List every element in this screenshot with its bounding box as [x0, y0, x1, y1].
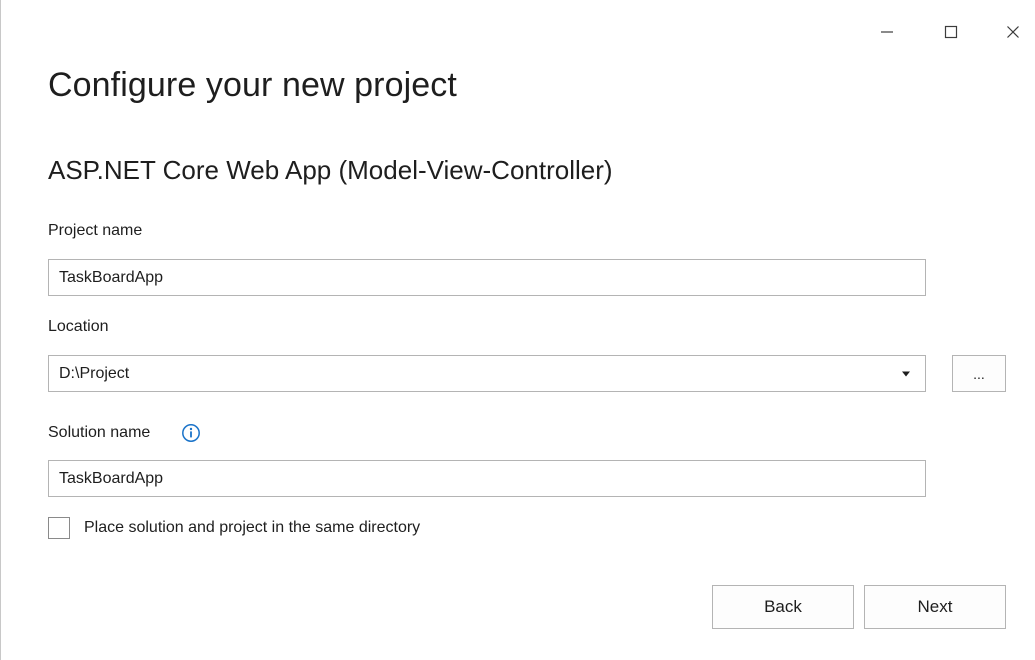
- project-name-input[interactable]: [48, 259, 926, 296]
- page-title: Configure your new project: [48, 66, 457, 104]
- same-directory-label: Place solution and project in the same d…: [84, 519, 421, 536]
- solution-name-input[interactable]: [48, 460, 926, 497]
- location-label: Location: [48, 318, 109, 335]
- location-dropdown[interactable]: D:\Project: [48, 355, 926, 392]
- project-name-label: Project name: [48, 222, 143, 239]
- same-directory-option[interactable]: Place solution and project in the same d…: [48, 517, 420, 539]
- solution-name-label: Solution name: [48, 424, 151, 441]
- location-value: D:\Project: [59, 364, 130, 382]
- back-button[interactable]: Back: [712, 585, 854, 629]
- maximize-icon: [944, 25, 958, 39]
- same-directory-checkbox[interactable]: [48, 517, 70, 539]
- close-button[interactable]: [993, 12, 1033, 52]
- dropdown-arrow-icon[interactable]: [897, 365, 915, 383]
- project-template-name: ASP.NET Core Web App (Model-View-Control…: [48, 155, 613, 185]
- close-icon: [1007, 26, 1019, 38]
- info-icon[interactable]: [181, 423, 201, 443]
- next-button[interactable]: Next: [864, 585, 1006, 629]
- minimize-button[interactable]: [867, 12, 907, 52]
- maximize-button[interactable]: [931, 12, 971, 52]
- configure-project-dialog: Configure your new project ASP.NET Core …: [0, 0, 1035, 660]
- minimize-icon: [881, 31, 893, 33]
- browse-location-button[interactable]: ...: [952, 355, 1006, 392]
